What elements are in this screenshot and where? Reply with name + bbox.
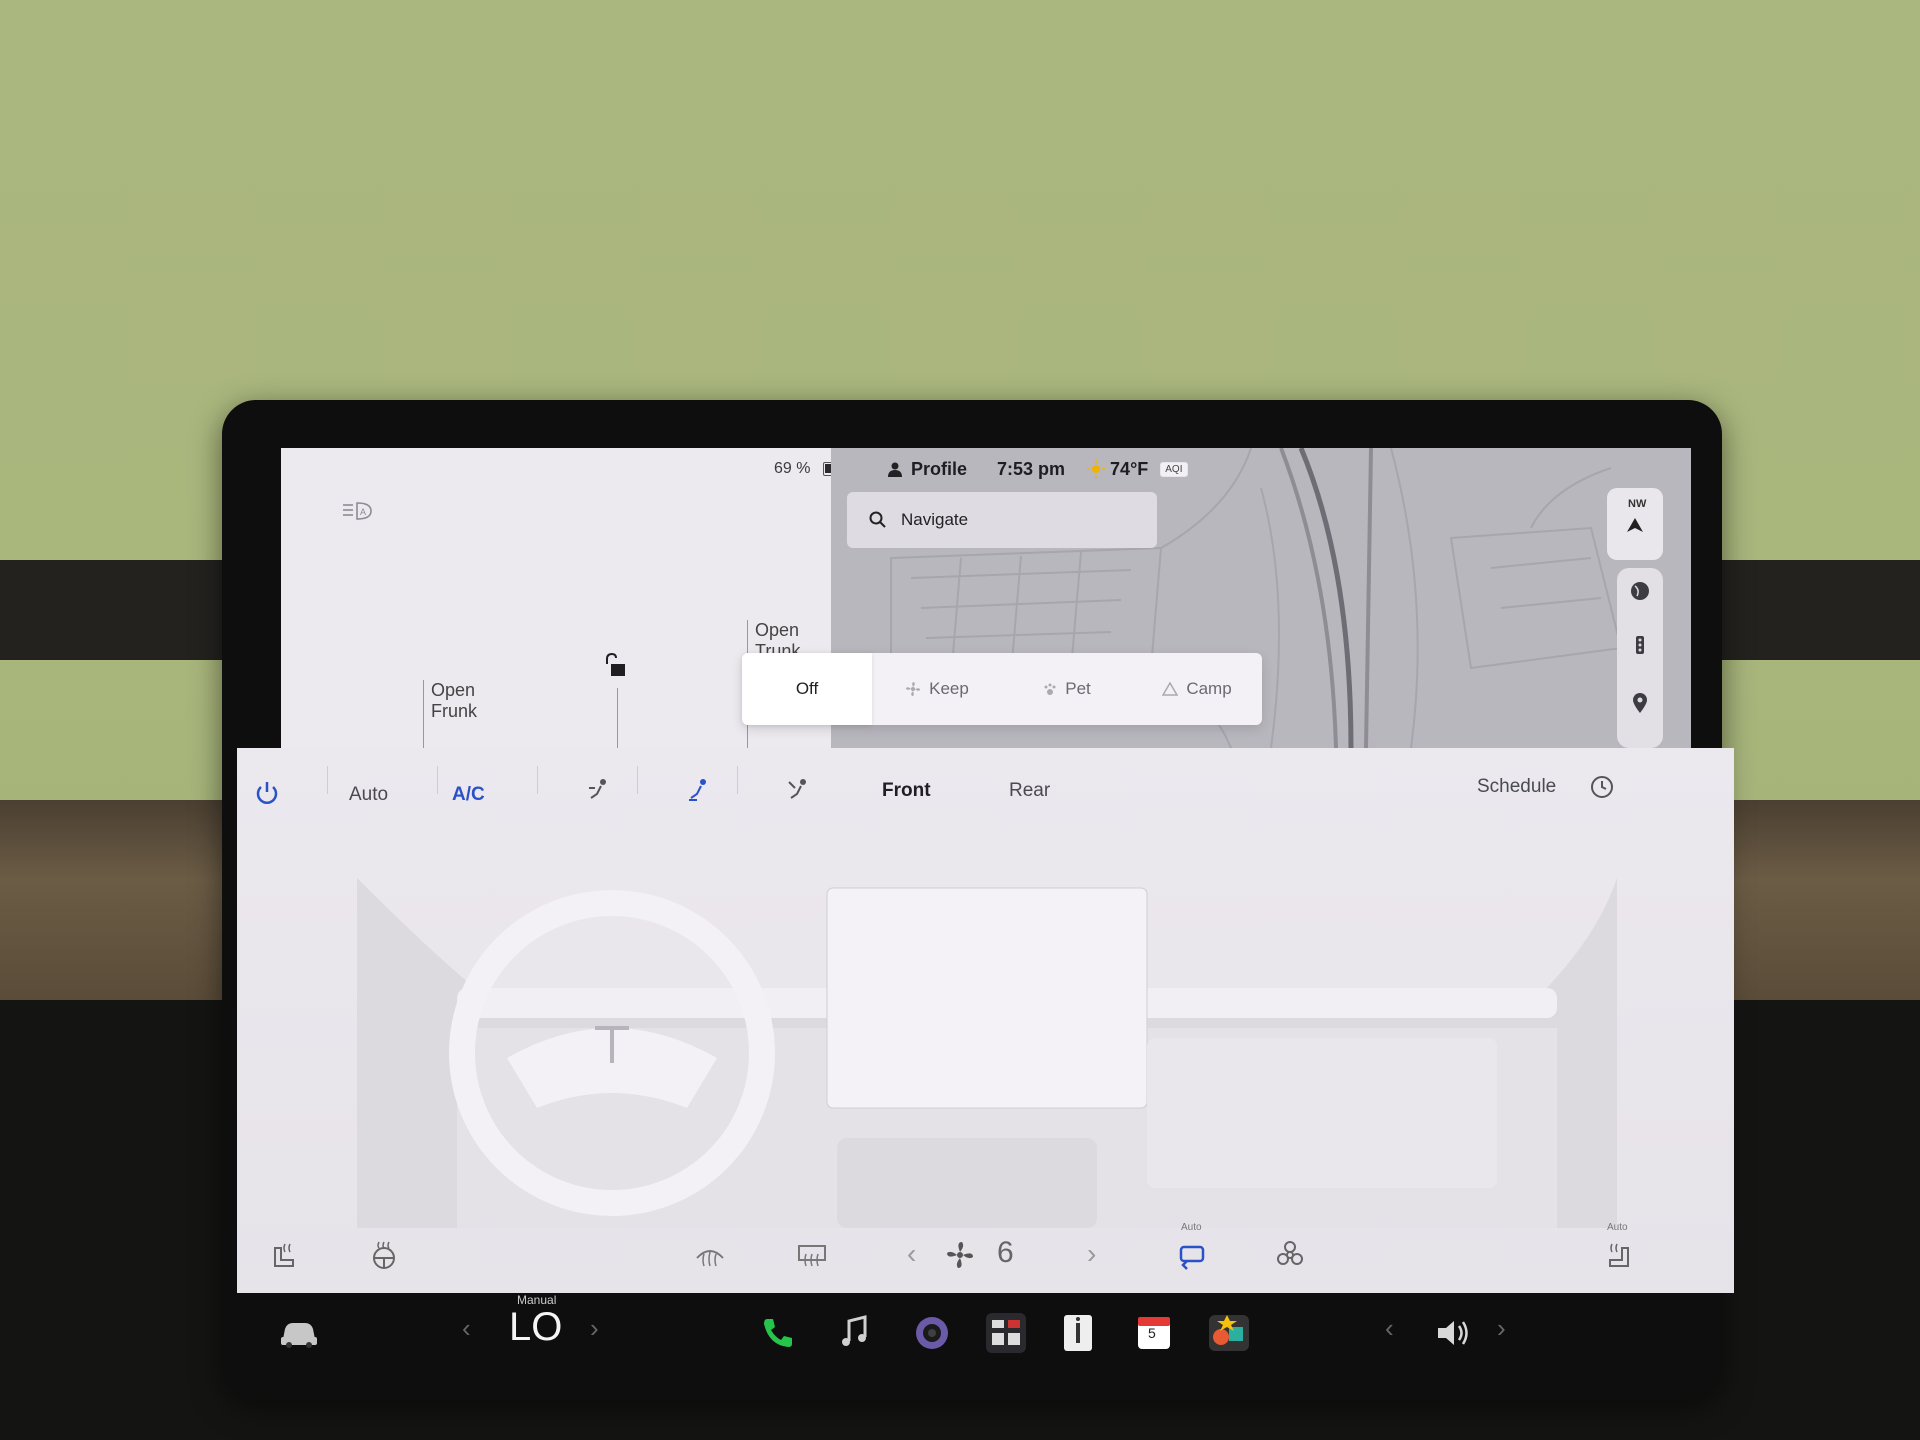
passenger-seat-heat-icon[interactable]: [1602, 1238, 1636, 1272]
airflow-windshield-icon[interactable]: [787, 778, 811, 804]
recirc-auto-label: Auto: [1181, 1222, 1202, 1233]
mode-camp[interactable]: Camp: [1132, 653, 1262, 725]
person-icon: [888, 462, 902, 477]
mode-off[interactable]: Off: [742, 653, 872, 725]
mode-pet-label: Pet: [1065, 679, 1091, 698]
climate-keeper-selector: Off Keep Pet Camp: [742, 653, 1262, 725]
driver-seat-heat-icon[interactable]: [267, 1238, 301, 1272]
mode-off-label: Off: [795, 679, 819, 698]
navigate-placeholder: Navigate: [901, 510, 969, 529]
tent-icon: [1162, 682, 1179, 696]
aqi-badge[interactable]: AQI: [1160, 461, 1188, 477]
climate-bottom-row: ‹ 6 › Auto Auto: [237, 1222, 1734, 1288]
temp-decrease-chevron[interactable]: ‹: [462, 1313, 471, 1344]
clock: 7:53 pm: [997, 458, 1066, 479]
mode-keep-label: Keep: [929, 679, 969, 698]
phone-icon[interactable]: [755, 1311, 799, 1355]
calendar-day: 5: [1148, 1325, 1156, 1341]
recirculate-icon[interactable]: [1175, 1238, 1209, 1272]
fan-increase-chevron[interactable]: ›: [1087, 1238, 1096, 1270]
touchscreen: A 69 % Open Frunk Open Trunk Profile 7:5…: [237, 448, 1734, 1293]
frunk-label-2: Frunk: [431, 701, 478, 721]
clock-icon[interactable]: [1589, 774, 1615, 800]
lock-leader-line: [617, 688, 618, 750]
auto-headlights-icon[interactable]: A: [341, 500, 375, 522]
volume-icon[interactable]: [1432, 1313, 1474, 1353]
globe-icon[interactable]: [1629, 580, 1651, 602]
svg-text:A: A: [360, 507, 366, 517]
seat-heat-auto-label: Auto: [1607, 1222, 1628, 1233]
climate-panel: Auto A/C Front Rear Schedule ‹ 6 › Auto …: [237, 748, 1734, 1293]
outside-temp: 74°F: [1087, 459, 1148, 480]
power-icon[interactable]: [253, 778, 281, 806]
music-icon[interactable]: [833, 1311, 877, 1355]
fan-icon: [947, 1242, 973, 1268]
unlock-icon[interactable]: [603, 651, 629, 679]
rear-tab[interactable]: Rear: [1009, 780, 1050, 802]
profile-button[interactable]: Profile: [887, 459, 967, 480]
taskbar: ‹ Manual LO › 5 ‹ ›: [237, 1293, 1734, 1383]
trunk-label-1: Open: [755, 620, 800, 640]
rear-defrost-icon[interactable]: [795, 1238, 829, 1272]
temp-increase-chevron[interactable]: ›: [590, 1313, 599, 1344]
open-frunk-button[interactable]: Open Frunk: [431, 680, 477, 722]
photo-scene: A 69 % Open Frunk Open Trunk Profile 7:5…: [0, 0, 1920, 1440]
temp-value: 74°F: [1110, 458, 1149, 479]
front-tab[interactable]: Front: [882, 780, 931, 802]
pin-icon[interactable]: [1629, 692, 1651, 714]
toybox-icon[interactable]: [984, 1311, 1028, 1355]
auto-button[interactable]: Auto: [349, 784, 388, 806]
ac-button[interactable]: A/C: [452, 784, 485, 806]
fan-icon: [906, 682, 921, 696]
volume-increase-chevron[interactable]: ›: [1497, 1313, 1506, 1344]
fan-decrease-chevron[interactable]: ‹: [907, 1238, 916, 1270]
traffic-icon[interactable]: [1629, 634, 1651, 656]
profile-label: Profile: [911, 458, 968, 479]
volume-decrease-chevron[interactable]: ‹: [1385, 1313, 1394, 1344]
car-icon[interactable]: [277, 1315, 321, 1351]
paw-icon: [1044, 683, 1056, 695]
status-bar: Profile 7:53 pm 74°F AQI: [887, 456, 1188, 482]
manual-icon[interactable]: [1056, 1311, 1100, 1355]
steering-heat-icon[interactable]: [367, 1238, 401, 1272]
search-icon: [869, 511, 886, 528]
schedule-button[interactable]: Schedule: [1477, 776, 1556, 798]
frunk-label-1: Open: [431, 680, 476, 700]
navigate-search[interactable]: Navigate: [847, 492, 1157, 548]
bioweapon-mode-icon[interactable]: [1273, 1238, 1307, 1272]
battery-percent: 69 %: [774, 460, 811, 477]
compass-heading: NW: [1628, 498, 1647, 510]
sun-icon: [1087, 460, 1106, 478]
airflow-feet-icon[interactable]: [687, 778, 711, 804]
arcade-icon[interactable]: [1207, 1311, 1251, 1355]
front-defrost-icon[interactable]: [693, 1238, 727, 1272]
mode-keep[interactable]: Keep: [872, 653, 1002, 725]
mode-pet[interactable]: Pet: [1002, 653, 1132, 725]
mode-camp-label: Camp: [1186, 679, 1232, 698]
camera-icon[interactable]: [910, 1311, 954, 1355]
airflow-face-icon[interactable]: [587, 778, 611, 804]
cabin-illustration: [357, 878, 1617, 1228]
frunk-leader-line: [423, 680, 424, 750]
fan-speed-value: 6: [997, 1236, 1014, 1269]
cabin-temp-value[interactable]: LO: [509, 1305, 562, 1350]
map-controls: [1617, 568, 1663, 748]
